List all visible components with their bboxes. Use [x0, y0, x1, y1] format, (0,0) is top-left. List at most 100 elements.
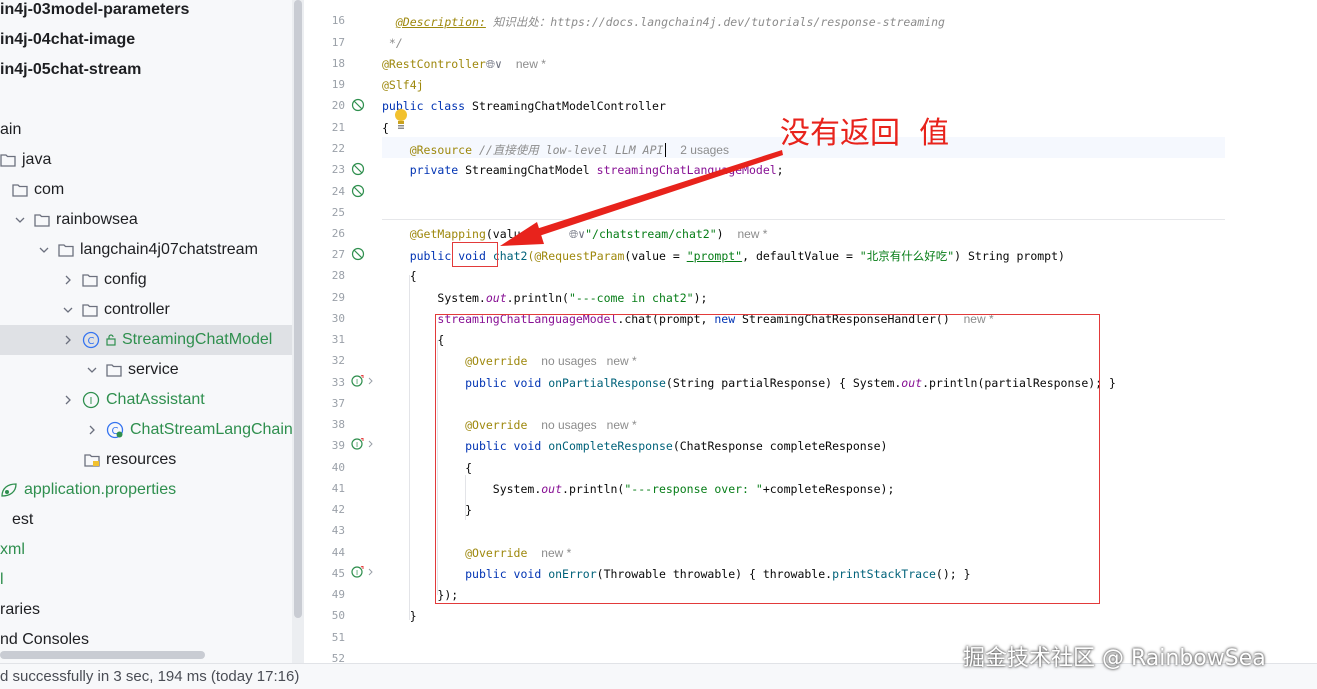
tree-item-l[interactable]: l [0, 565, 292, 595]
tree-item-in4j-05chat-stream[interactable]: in4j-05chat-stream [0, 55, 292, 85]
tree-item-label: l [0, 571, 4, 588]
svg-text:I: I [90, 396, 93, 407]
folder-icon [82, 273, 98, 287]
tree-item-application-properties[interactable]: application.properties [0, 475, 292, 505]
tree-item-rainbowsea[interactable]: rainbowsea [0, 205, 292, 235]
folder-icon [58, 243, 74, 257]
tree-item-label: raries [0, 601, 41, 618]
tree-horizontal-scrollbar[interactable] [0, 651, 205, 659]
bean-icon[interactable] [351, 162, 365, 179]
code-line-19: @Slf4j [382, 78, 424, 92]
line-number: 19 [331, 78, 345, 91]
code-line-26: @GetMapping(valu 🌐︎∨"/chatstream/chat2")… [409, 227, 768, 241]
tree-item-config[interactable]: config [0, 265, 292, 295]
web-endpoint-icon[interactable] [351, 247, 365, 264]
line-number: 39 [331, 439, 345, 452]
chevron-right-icon[interactable] [60, 275, 76, 285]
chevron-down-icon[interactable] [12, 215, 28, 225]
tree-item-ain[interactable]: ain [0, 115, 292, 145]
line-number: 23 [331, 163, 345, 176]
interface-icon: I [82, 391, 100, 409]
line-number: 50 [331, 609, 345, 622]
line-number: 16 [331, 14, 345, 27]
line-number: 25 [331, 206, 345, 219]
line-number: 29 [331, 291, 345, 304]
code-line-20: public class StreamingChatModelControlle… [382, 99, 666, 113]
tree-item-service[interactable]: service [0, 355, 292, 385]
tree-item-controller[interactable]: controller [0, 295, 292, 325]
line-number: 40 [331, 461, 345, 474]
tree-item-chatstreamlangchain4j[interactable]: C ChatStreamLangChain4J [0, 415, 292, 445]
tree-item-in4j-03model-parameters[interactable]: in4j-03model-parameters [0, 0, 292, 25]
chevron-down-icon[interactable] [60, 305, 76, 315]
svg-text:I: I [356, 441, 358, 449]
folder-icon [82, 303, 98, 317]
tree-item-label: in4j-03model-parameters [0, 1, 190, 18]
method-separator [382, 219, 1225, 220]
line-number: 20 [331, 99, 345, 112]
project-tree-scrollbar[interactable] [292, 0, 304, 663]
lightbulb-icon[interactable] [394, 108, 408, 130]
tree-item-langchain4j07chatstream[interactable]: langchain4j07chatstream [0, 235, 292, 265]
chevron-down-icon[interactable] [36, 245, 52, 255]
tree-item-label: langchain4j07chatstream [80, 241, 258, 258]
chevron-right-icon[interactable] [60, 335, 76, 345]
project-tree-panel: in4j-03model-parameters in4j-04chat-image… [0, 0, 292, 663]
implements-icon[interactable]: I [351, 565, 373, 581]
chevron-right-icon[interactable] [84, 425, 100, 435]
code-line-50: } [409, 609, 417, 623]
tree-item-chatassistant[interactable]: I ChatAssistant [0, 385, 292, 415]
tree-item-label: in4j-05chat-stream [0, 61, 142, 78]
bean-icon[interactable] [351, 184, 365, 201]
editor-right-margin [1225, 0, 1317, 663]
tree-item-label: StreamingChatModel [122, 331, 273, 348]
tree-item-com[interactable]: com [0, 175, 292, 205]
folder-icon [34, 213, 50, 227]
access-modifier-icon [106, 334, 116, 346]
tree-item-label: rainbowsea [56, 211, 138, 228]
tree-item-label: service [128, 361, 179, 378]
line-number: 32 [331, 354, 345, 367]
folder-icon [106, 363, 122, 377]
line-number: 27 [331, 248, 345, 261]
class-icon: C [82, 331, 100, 349]
line-number: 28 [331, 269, 345, 282]
tree-item-java[interactable]: java [0, 145, 292, 175]
status-text: d successfully in 3 sec, 194 ms (today 1… [0, 668, 300, 685]
tree-item-est[interactable]: est [0, 505, 292, 535]
void-highlight-box [452, 242, 498, 267]
tree-item-label: application.properties [24, 481, 177, 498]
tree-item-xml[interactable]: xml [0, 535, 292, 565]
line-number: 33 [331, 376, 345, 389]
chevron-down-icon[interactable] [84, 365, 100, 375]
tree-item-label: java [22, 151, 52, 168]
handler-highlight-box [435, 314, 1100, 604]
tree-item-resources[interactable]: resources [0, 445, 292, 475]
tree-item-label: est [12, 511, 34, 528]
tree-item-label: ChatAssistant [106, 391, 205, 408]
line-number: 37 [331, 397, 345, 410]
scrollbar-thumb[interactable] [294, 0, 302, 618]
globe-icon[interactable]: 🌐︎∨ [569, 227, 585, 241]
code-line-18: @RestController🌐︎∨ new * [382, 57, 546, 71]
code-line-28: { [409, 269, 417, 283]
line-number: 18 [331, 57, 345, 70]
implements-icon[interactable]: I [351, 437, 373, 453]
globe-icon[interactable]: 🌐︎∨ [486, 57, 502, 71]
tree-item-raries[interactable]: raries [0, 595, 292, 625]
implements-icon[interactable]: I [351, 374, 373, 390]
tree-item-in4j-04chat-image[interactable]: in4j-04chat-image [0, 25, 292, 55]
line-number: 21 [331, 121, 345, 134]
tree-item-label: in4j-04chat-image [0, 31, 136, 48]
tree-item-label: ain [0, 121, 22, 138]
tree-item-label: com [34, 181, 65, 198]
chevron-right-icon[interactable] [60, 395, 76, 405]
tree-item-label: config [104, 271, 147, 288]
tree-item-streamingchatmodel[interactable]: C StreamingChatModel [0, 325, 292, 355]
svg-text:C: C [88, 336, 95, 347]
code-line-16: @Description: 知识出处：https://docs.langchai… [395, 15, 945, 29]
app-class-icon: C [106, 421, 124, 439]
bean-icon[interactable] [351, 98, 365, 115]
line-number: 17 [331, 36, 345, 49]
tree-item-label: resources [106, 451, 177, 468]
